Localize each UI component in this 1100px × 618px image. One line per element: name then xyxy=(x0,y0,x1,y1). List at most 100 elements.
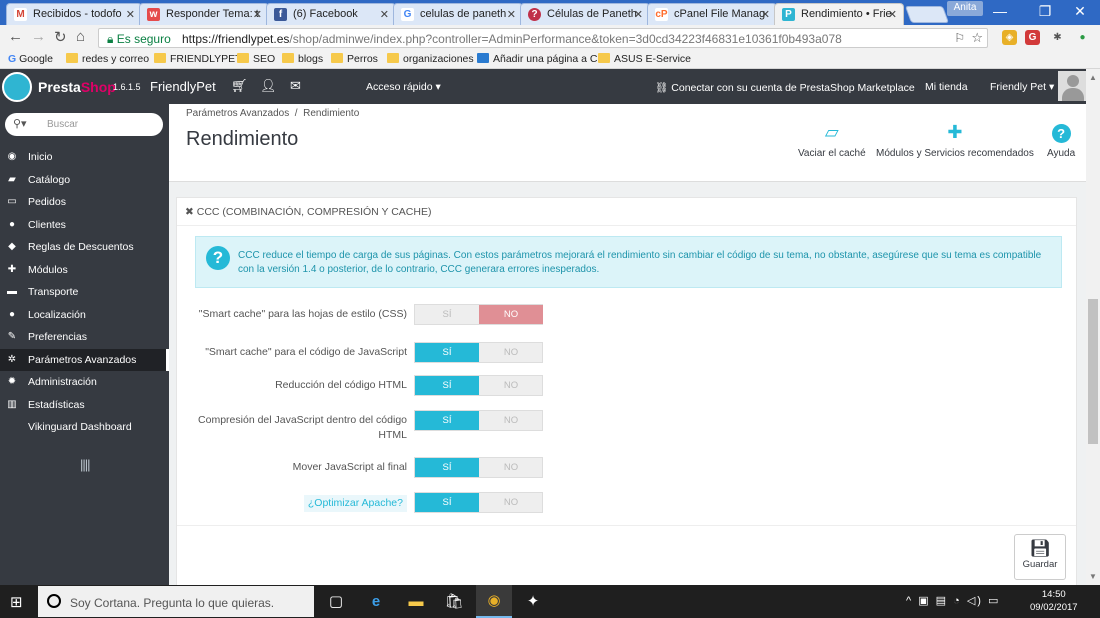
shop-name[interactable]: FriendlyPet xyxy=(150,79,216,94)
scrollbar-thumb[interactable] xyxy=(1088,299,1098,444)
user-menu[interactable]: Friendly Pet ▾ xyxy=(990,81,1054,93)
switch-yes-option[interactable]: SÍ xyxy=(415,343,479,362)
save-button[interactable]: 💾︎ Guardar xyxy=(1014,534,1066,580)
extension-icon[interactable]: ✱ xyxy=(1050,30,1065,45)
close-icon[interactable]: ✕ xyxy=(253,8,262,21)
avatar[interactable] xyxy=(1058,71,1088,101)
switch-yes-option[interactable]: SÍ xyxy=(415,305,479,324)
sidebar-item-clientes[interactable]: ● Clientes xyxy=(0,214,169,236)
sidebar-item-localizacion[interactable]: ● Localización xyxy=(0,304,169,326)
yes-no-switch[interactable]: SÍ NO xyxy=(414,457,543,478)
browser-tab[interactable]: G celulas de paneth ✕ xyxy=(393,3,523,25)
page-scrollbar[interactable]: ▲ ▼ xyxy=(1086,69,1100,585)
switch-yes-option[interactable]: SÍ xyxy=(415,458,479,477)
extension-icon[interactable]: ◈ xyxy=(1002,30,1017,45)
bookmark[interactable]: Perros xyxy=(331,53,378,65)
switch-yes-option[interactable]: SÍ xyxy=(415,493,479,512)
help-button[interactable]: ? Ayuda xyxy=(1047,122,1075,159)
sidebar-item-vikinguard-dashboard[interactable]: Vikinguard Dashboard xyxy=(0,416,169,438)
yes-no-switch[interactable]: SÍ NO xyxy=(414,304,543,325)
url-input[interactable]: 🔒︎ Es seguro https://friendlypet.es/shop… xyxy=(98,28,988,48)
close-icon[interactable]: ✕ xyxy=(507,8,516,21)
collapse-sidebar-icon[interactable]: |||| xyxy=(80,457,90,472)
windows-start-icon[interactable]: ⊞ xyxy=(10,593,23,611)
switch-no-option[interactable]: NO xyxy=(479,458,543,477)
search-input[interactable]: ⚲▾ Buscar xyxy=(5,113,163,136)
browser-tab[interactable]: cP cPanel File Manag ✕ xyxy=(647,3,777,25)
browser-tab[interactable]: w Responder Tema: t ✕ xyxy=(139,3,269,25)
bookmark[interactable]: blogs xyxy=(282,53,323,65)
close-icon[interactable]: ✕ xyxy=(761,8,770,21)
switch-no-option[interactable]: NO xyxy=(479,305,543,324)
browser-tab[interactable]: M Recibidos - todofo ✕ xyxy=(6,3,142,25)
marketplace-link[interactable]: ⛓ Conectar con su cuenta de PrestaShop M… xyxy=(655,81,915,94)
clear-cache-button[interactable]: ▱ Vaciar el caché xyxy=(798,122,866,159)
system-tray[interactable]: ^ ▣ ▤ ◔ ◁) ▭ xyxy=(906,594,1000,607)
quick-access-menu[interactable]: Acceso rápido ▾ xyxy=(366,81,441,93)
forward-icon[interactable]: → xyxy=(31,28,46,45)
sidebar-item-administracion[interactable]: ✹ Administración xyxy=(0,371,169,393)
bookmark[interactable]: FRIENDLYPET xyxy=(154,53,242,65)
back-icon[interactable]: ← xyxy=(8,28,23,45)
edge-icon[interactable]: e xyxy=(366,592,386,612)
close-icon[interactable]: ✕ xyxy=(888,8,897,21)
app-icon[interactable]: ✦ xyxy=(523,592,543,612)
close-icon[interactable]: ✕ xyxy=(380,8,389,21)
yes-no-switch[interactable]: SÍ NO xyxy=(414,375,543,396)
new-tab-button[interactable] xyxy=(904,6,950,23)
bookmark[interactable]: ASUS E-Service xyxy=(598,53,691,65)
profile-button[interactable]: Anita xyxy=(947,1,983,16)
sidebar-item-catalogo[interactable]: ▰ Catálogo xyxy=(0,169,169,191)
switch-yes-option[interactable]: SÍ xyxy=(415,376,479,395)
file-explorer-icon[interactable]: ▬ xyxy=(406,592,426,612)
browser-tab-active[interactable]: P Rendimiento • Frie ✕ xyxy=(774,3,904,25)
bookmark[interactable]: Añadir una página a C xyxy=(477,53,598,65)
apache-help-link[interactable]: ¿Optimizar Apache? xyxy=(303,495,407,512)
yes-no-switch[interactable]: SÍ NO xyxy=(414,492,543,513)
star-icon[interactable]: ☆ xyxy=(971,30,983,46)
restore-icon[interactable]: ❐ xyxy=(1030,3,1060,20)
task-view-icon[interactable]: ▢ xyxy=(326,592,346,612)
switch-no-option[interactable]: NO xyxy=(479,376,543,395)
cart-icon[interactable]: 🛒︎ xyxy=(231,78,248,94)
bookmark[interactable]: organizaciones xyxy=(387,53,474,65)
prestashop-logo[interactable] xyxy=(2,72,32,102)
sidebar-item-transporte[interactable]: ▬ Transporte xyxy=(0,281,169,303)
sidebar-item-parametros-avanzados[interactable]: ✲ Parámetros Avanzados xyxy=(0,348,169,371)
browser-tab[interactable]: f (6) Facebook ✕ xyxy=(266,3,396,25)
envelope-icon[interactable]: ✉ xyxy=(290,78,301,94)
sidebar-item-pedidos[interactable]: ▭ Pedidos xyxy=(0,191,169,213)
breadcrumb-parent[interactable]: Parámetros Avanzados xyxy=(186,108,289,119)
switch-no-option[interactable]: NO xyxy=(479,343,543,362)
store-icon[interactable]: 🛍︎ xyxy=(444,592,464,612)
sidebar-item-inicio[interactable]: ◉ Inicio xyxy=(0,146,169,168)
clock[interactable]: 14:50 09/02/2017 xyxy=(1030,588,1078,614)
sidebar-item-estadisticas[interactable]: ▥ Estadísticas xyxy=(0,394,169,416)
extension-icon[interactable]: G xyxy=(1025,30,1040,45)
switch-yes-option[interactable]: SÍ xyxy=(415,411,479,430)
translate-icon[interactable]: ⚐ xyxy=(954,31,965,45)
close-window-icon[interactable]: ✕ xyxy=(1065,3,1095,20)
recommended-modules-button[interactable]: ✚ Módulos y Servicios recomendados xyxy=(876,122,1034,159)
scroll-down-icon[interactable]: ▼ xyxy=(1089,572,1097,581)
user-icon[interactable]: 👤︎ xyxy=(260,78,277,94)
browser-tab[interactable]: ? Células de Paneth ✕ xyxy=(520,3,650,25)
home-icon[interactable]: ⌂ xyxy=(76,28,85,45)
bookmark[interactable]: G Google xyxy=(8,53,53,65)
chrome-icon[interactable]: ◉ xyxy=(484,591,504,611)
sidebar-item-preferencias[interactable]: ✎ Preferencias xyxy=(0,326,169,348)
minimize-icon[interactable]: — xyxy=(985,3,1015,19)
bookmark[interactable]: redes y correo xyxy=(66,53,149,65)
yes-no-switch[interactable]: SÍ NO xyxy=(414,342,543,363)
switch-no-option[interactable]: NO xyxy=(479,493,543,512)
my-shop-link[interactable]: Mi tienda xyxy=(925,81,968,93)
switch-no-option[interactable]: NO xyxy=(479,411,543,430)
bookmark[interactable]: SEO xyxy=(237,53,275,65)
close-icon[interactable]: ✕ xyxy=(126,8,135,21)
cortana-search[interactable]: Soy Cortana. Pregunta lo que quieras. xyxy=(38,586,314,617)
reload-icon[interactable]: ↻ xyxy=(54,28,67,46)
sidebar-item-modulos[interactable]: ✚ Módulos xyxy=(0,259,169,281)
extension-icon[interactable]: ● xyxy=(1075,30,1090,45)
search-icon[interactable]: ⚲▾ xyxy=(13,117,27,130)
sidebar-item-reglas-de-descuentos[interactable]: ◆ Reglas de Descuentos xyxy=(0,236,169,258)
